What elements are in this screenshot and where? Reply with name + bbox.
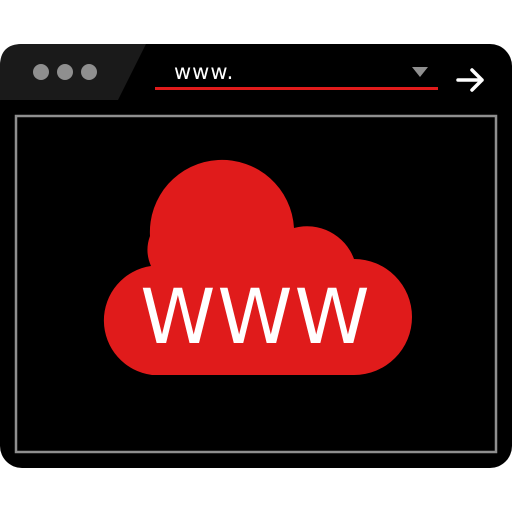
window-dot-1 (33, 64, 49, 80)
window-controls-dots-icon[interactable] (33, 64, 97, 80)
triangle-down-icon[interactable] (409, 63, 431, 81)
browser-window: www. WWW (0, 0, 512, 512)
window-dot-2 (57, 64, 73, 80)
arrow-right-icon[interactable] (452, 61, 490, 99)
address-url-text: www. (174, 60, 235, 84)
cloud-label: WWW (140, 272, 372, 361)
window-dot-3 (81, 64, 97, 80)
